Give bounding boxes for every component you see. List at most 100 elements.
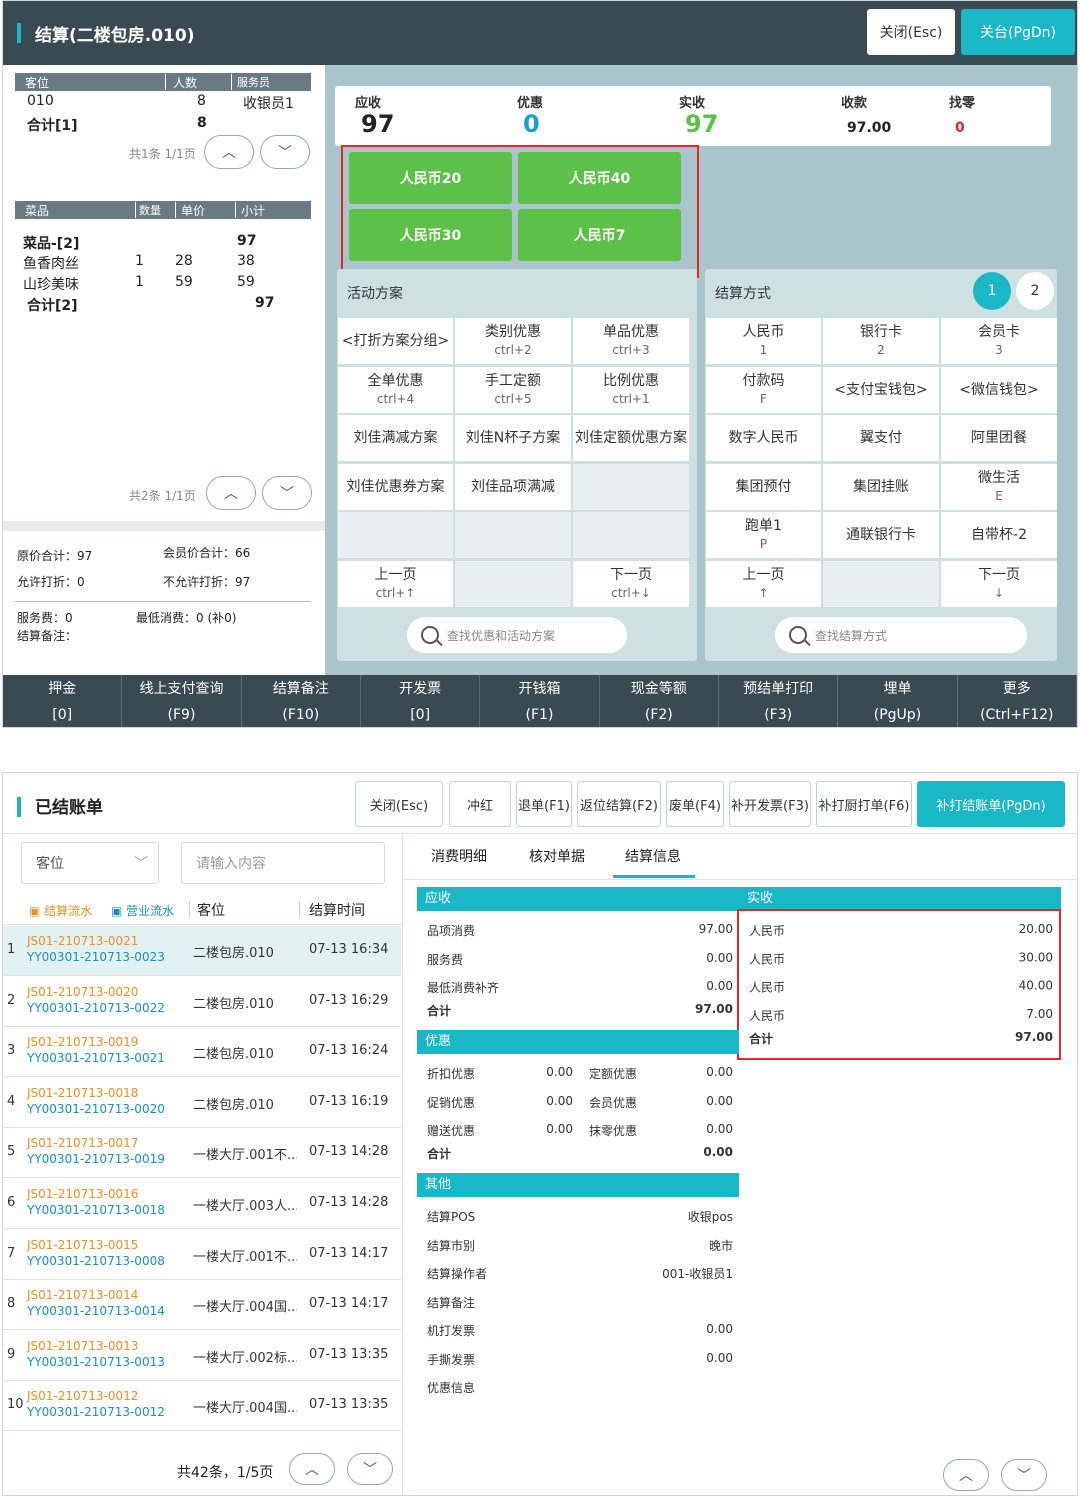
dish-qty: 1	[135, 253, 144, 269]
promotion-title: 活动方案	[347, 286, 403, 302]
table-row[interactable]: 10 JS01-210713-0012 YY00301-210713-0012 一楼大…	[3, 1381, 401, 1432]
settle-serial: JS01-210713-0015	[27, 1237, 139, 1252]
page-up-button[interactable]: ︿	[289, 1453, 335, 1485]
detail-page-up-button[interactable]: ︿	[943, 1459, 989, 1491]
payment-method-button[interactable]: <微信钱包>	[941, 366, 1057, 413]
payment-method-button[interactable]: 跑单1 P	[706, 512, 821, 558]
promotion-button[interactable]: 刘佳品项满减	[455, 463, 571, 510]
table-row[interactable]: 6 JS01-210713-0016 YY00301-210713-0018 一楼大厅…	[3, 1179, 401, 1229]
footer-button[interactable]: 预结单打印 (F3)	[719, 675, 839, 727]
divider	[3, 521, 325, 531]
discountable: 允许打折：0	[17, 575, 85, 589]
reverse-button[interactable]: 冲红	[449, 781, 511, 827]
payment-method-button[interactable]: 微生活 E	[941, 463, 1057, 510]
business-serial: YY00301-210713-0012	[27, 1405, 165, 1420]
receivable-label: 品项消费	[427, 924, 476, 938]
close-button[interactable]: 关闭(Esc)	[867, 9, 955, 55]
promotion-button[interactable]: 刘佳定额优惠方案	[573, 415, 689, 461]
page-down-button[interactable]: ﹀	[347, 1453, 393, 1485]
reissue-invoice-button[interactable]: 补开发票(F3)	[729, 781, 811, 827]
other-label: 机打发票	[427, 1324, 476, 1338]
table-row[interactable]: 1 JS01-210713-0021 YY00301-210713-0023 二楼包房…	[3, 926, 401, 976]
footer-shortcut: [0]	[52, 707, 73, 723]
footer-button[interactable]: 更多 (Ctrl+F12)	[958, 675, 1077, 727]
footer-button[interactable]: 押金 [0]	[3, 675, 123, 727]
promotion-button[interactable]: 下一页 ctrl+↓	[573, 560, 689, 607]
table-row[interactable]: 5 JS01-210713-0017 YY00301-210713-0019 一楼大厅…	[3, 1128, 401, 1179]
payment-method-button[interactable]: 自带杯-2	[941, 512, 1057, 558]
page-1-button[interactable]: 1	[973, 272, 1011, 310]
footer-button[interactable]: 开发票 [0]	[361, 675, 481, 727]
payment-method-button[interactable]: 通联银行卡	[823, 512, 939, 558]
promotion-button[interactable]: 刘佳满减方案	[338, 415, 453, 461]
promotion-label: 刘佳优惠券方案	[346, 478, 445, 495]
close-table-button[interactable]: 关台(PgDn)	[961, 9, 1075, 55]
table-row[interactable]: 8 JS01-210713-0014 YY00301-210713-0014 一楼大厅…	[3, 1280, 401, 1331]
table-row[interactable]: 7 JS01-210713-0015 YY00301-210713-0008 一楼大厅…	[3, 1230, 401, 1280]
footer-button[interactable]: 开钱箱 (F1)	[480, 675, 600, 727]
page-down-button[interactable]: ﹀	[260, 135, 310, 169]
footer-button[interactable]: 结算备注 (F10)	[242, 675, 361, 727]
divider	[15, 601, 311, 602]
payment-search[interactable]: 查找结算方式	[775, 617, 1027, 653]
promotion-button[interactable]: 比例优惠 ctrl+1	[573, 366, 689, 413]
payment-method-button[interactable]: 人民币 1	[706, 318, 821, 364]
business-serial: YY00301-210713-0019	[27, 1152, 165, 1167]
business-serial: YY00301-210713-0018	[27, 1203, 165, 1217]
promotion-button[interactable]: 手工定额 ctrl+5	[455, 366, 571, 413]
promotion-button[interactable]: 类别优惠 ctrl+2	[455, 318, 571, 364]
payment-method-button[interactable]: 上一页 ↑	[706, 560, 821, 607]
promotion-label: 类别优惠	[485, 324, 541, 340]
chevron-up-icon: ︿	[222, 145, 236, 161]
discount-total-label: 合计	[427, 1147, 452, 1161]
payment-method-button[interactable]: 集团预付	[706, 463, 821, 510]
payment-method-shortcut: 2	[877, 343, 885, 357]
promotion-search-text: 查找优惠和活动方案	[447, 628, 556, 643]
detail-page-down-button[interactable]: ﹀	[1001, 1459, 1047, 1491]
close-button[interactable]: 关闭(Esc)	[355, 781, 443, 827]
footer-button[interactable]: 埋单 (PgUp)	[838, 675, 958, 727]
payment-method-button[interactable]: 翼支付	[823, 415, 939, 461]
payment-method-button[interactable]: <支付宝钱包>	[823, 366, 939, 413]
search-input[interactable]: 请输入内容	[181, 842, 385, 884]
payment-method-button[interactable]: 银行卡 2	[823, 318, 939, 364]
dish-page-up-button[interactable]: ︿	[206, 476, 256, 510]
payment-method-button[interactable]: 集团挂账	[823, 463, 939, 510]
promotion-shortcut: ctrl+5	[494, 391, 532, 406]
payment-method-button[interactable]: 付款码 F	[706, 366, 821, 413]
tab-settlement-info[interactable]: 结算信息	[625, 846, 681, 866]
payment-method-button[interactable]: 数字人民币	[706, 415, 821, 461]
promotion-button[interactable]: 上一页 ctrl+↑	[338, 560, 453, 607]
table-row[interactable]: 4 JS01-210713-0018 YY00301-210713-0020 二楼包房…	[3, 1078, 401, 1128]
discount-label: 折扣优惠	[427, 1067, 476, 1081]
promotion-button[interactable]: 单品优惠 ctrl+3	[573, 318, 689, 364]
payment-method-button[interactable]: 阿里团餐	[941, 415, 1057, 461]
table-row[interactable]: 3 JS01-210713-0019 YY00301-210713-0021 二楼包房…	[3, 1027, 401, 1078]
payment-method-button[interactable]: 下一页 ↓	[941, 560, 1057, 607]
refund-button[interactable]: 退单(F1)	[516, 781, 572, 827]
promotion-button[interactable]: 全单优惠 ctrl+4	[338, 366, 453, 413]
table-row[interactable]: 9 JS01-210713-0013 YY00301-210713-0013 一楼大厅…	[3, 1331, 401, 1381]
seat-filter-select[interactable]: 客位 ﹀	[21, 842, 159, 884]
reprint-kitchen-button[interactable]: 补打厨打单(F6)	[816, 781, 912, 827]
promotion-button[interactable]: 刘佳优惠券方案	[338, 463, 453, 510]
reprint-bill-button[interactable]: 补打结账单(PgDn)	[917, 781, 1065, 827]
page-2-button[interactable]: 2	[1016, 272, 1054, 310]
footer-button[interactable]: 线上支付查询 (F9)	[122, 675, 242, 727]
promotion-search[interactable]: 查找优惠和活动方案	[407, 617, 627, 653]
reopen-button[interactable]: 返位结算(F2)	[577, 781, 661, 827]
payment-method-button[interactable]: 会员卡 3	[941, 318, 1057, 364]
row-seat: 二楼包房.010	[193, 1047, 274, 1063]
tab-verify[interactable]: 核对单据	[529, 846, 585, 866]
promotion-button[interactable]: <打折方案分组>	[338, 318, 453, 364]
void-button[interactable]: 废单(F4)	[666, 781, 724, 827]
footer-button[interactable]: 现金等额 (F2)	[600, 675, 719, 727]
row-time: 07-13 13:35	[309, 1397, 389, 1413]
dish-page-down-button[interactable]: ﹀	[262, 476, 312, 510]
tab-consumption[interactable]: 消费明细	[431, 846, 487, 866]
promotion-button[interactable]: 刘佳N杯子方案	[455, 415, 571, 461]
business-serial: YY00301-210713-0021	[27, 1051, 165, 1066]
payment-method-title: 结算方式	[715, 286, 771, 302]
table-row[interactable]: 2 JS01-210713-0020 YY00301-210713-0022 二楼包房…	[3, 977, 401, 1027]
page-up-button[interactable]: ︿	[204, 135, 254, 169]
